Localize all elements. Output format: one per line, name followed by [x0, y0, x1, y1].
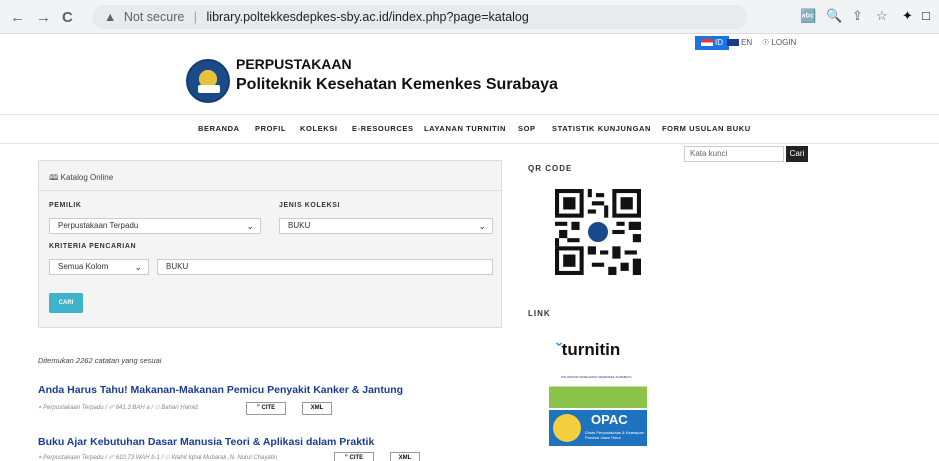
url-text[interactable]: library.poltekkesdepkes-sby.ac.id/index.…	[207, 10, 529, 24]
jatim-seal-icon	[553, 414, 581, 442]
link-title: LINK	[528, 309, 551, 318]
back-icon[interactable]: ←	[10, 9, 25, 26]
sidepanel-icon[interactable]: □	[922, 8, 930, 23]
kriteria-label: KRITERIA PENCARIAN	[49, 243, 137, 250]
user-icon: ☉	[154, 405, 160, 411]
opac-link[interactable]: OPAC Dinas Perpustakaan & Kearsipan Prov…	[549, 410, 647, 446]
extensions-icon[interactable]: ✦	[902, 8, 913, 24]
result-meta: ⌖ Perpustakaan Terpadu / ✐ 641.3 BAH a /…	[38, 405, 200, 411]
tag-icon: ✐	[108, 405, 115, 411]
nav-e-resources[interactable]: E-RESOURCES	[352, 124, 414, 133]
login-link[interactable]: ☉ LOGIN	[762, 36, 796, 50]
brand-subtitle[interactable]: Politeknik Kesehatan Kemenkes Surabaya	[236, 76, 558, 94]
browser-toolbar: ← → C ▲ Not secure | library.poltekkesde…	[0, 0, 939, 34]
security-indicator[interactable]: Not secure	[124, 10, 184, 24]
tag-icon: ✐	[108, 455, 115, 461]
pemilik-label: PEMILIK	[49, 202, 82, 209]
result-meta: ⌖ Perpustakaan Terpadu / ✐ 610.73 WAH b-…	[38, 455, 278, 461]
jenis-koleksi-select[interactable]: BUKU ⌄	[279, 218, 493, 234]
catalog-heading: 🕮 Katalog Online	[39, 161, 501, 191]
result-title[interactable]: Anda Harus Tahu! Makanan-Makanan Pemicu …	[38, 384, 403, 396]
result-count: Ditemukan 2262 catatan yang sesuai	[38, 356, 162, 365]
chevron-down-icon: ⌄	[478, 221, 486, 231]
cite-button[interactable]: ” CITE	[246, 402, 286, 415]
address-bar[interactable]: ▲ Not secure | library.poltekkesdepkes-s…	[92, 5, 747, 29]
book-icon: 🕮	[49, 173, 59, 182]
xml-button[interactable]: XML	[390, 452, 420, 461]
keyword-search-input[interactable]: Kata kunci	[684, 146, 784, 162]
nav-beranda[interactable]: BERANDA	[198, 124, 240, 133]
forward-icon[interactable]: →	[36, 9, 51, 26]
nav-profil[interactable]: PROFIL	[255, 124, 286, 133]
lang-en-button[interactable]: EN	[727, 36, 752, 50]
brand-title[interactable]: PERPUSTAKAAN	[236, 56, 352, 72]
zoom-icon[interactable]: 🔍	[826, 8, 842, 24]
xml-button[interactable]: XML	[302, 402, 332, 415]
nav-koleksi[interactable]: KOLEKSI	[300, 124, 338, 133]
kriteria-select[interactable]: Semua Kolom ⌄	[49, 259, 149, 275]
user-icon: ☉	[762, 38, 770, 47]
location-icon: ⌖	[38, 455, 42, 461]
quote-icon: ”	[344, 455, 348, 461]
quote-icon: ”	[256, 405, 260, 411]
user-icon: ☉	[164, 455, 170, 461]
chevron-down-icon: ⌄	[134, 262, 142, 272]
reload-icon[interactable]: C	[62, 9, 73, 26]
location-icon: ⌖	[38, 405, 42, 411]
nav-statistik-kunjungan[interactable]: STATISTIK KUNJUNGAN	[552, 124, 651, 133]
search-button[interactable]: Cari	[786, 146, 808, 162]
catalog-panel: 🕮 Katalog Online PEMILIK Perpustakaan Te…	[38, 160, 502, 328]
nav-sop[interactable]: SOP	[518, 124, 536, 133]
poltekkes-logo[interactable]	[186, 59, 230, 103]
qr-logo-icon	[586, 220, 610, 244]
main-nav: BERANDA PROFIL KOLEKSI E-RESOURCES LAYAN…	[0, 114, 939, 144]
page: ID EN ☉ LOGIN PERPUSTAKAAN Politeknik Ke…	[0, 34, 939, 461]
pemilik-select[interactable]: Perpustakaan Terpadu ⌄	[49, 218, 261, 234]
lang-id-button[interactable]: ID	[695, 36, 729, 50]
library-link[interactable]: POLITEKNIK KESEHATAN KEMENKES SURABAYA	[549, 372, 647, 408]
result-title[interactable]: Buku Ajar Kebutuhan Dasar Manusia Teori …	[38, 436, 374, 448]
warning-icon: ▲	[104, 10, 117, 24]
qr-code-title: QR CODE	[528, 164, 573, 173]
chevron-down-icon: ⌄	[246, 221, 254, 231]
cari-button[interactable]: CARI	[49, 293, 83, 313]
nav-layanan-turnitin[interactable]: LAYANAN TURNITIN	[424, 124, 506, 133]
jenis-koleksi-label: JENIS KOLEKSI	[279, 202, 341, 209]
translate-icon[interactable]: 🔤	[800, 8, 816, 24]
query-input[interactable]: BUKU	[157, 259, 493, 275]
share-icon[interactable]: ⇪	[852, 8, 863, 24]
nav-form-usulan-buku[interactable]: FORM USULAN BUKU	[662, 124, 751, 133]
cite-button[interactable]: ” CITE	[334, 452, 374, 461]
star-icon[interactable]: ☆	[876, 8, 888, 24]
turnitin-link[interactable]: ˇturnitin	[556, 340, 620, 360]
